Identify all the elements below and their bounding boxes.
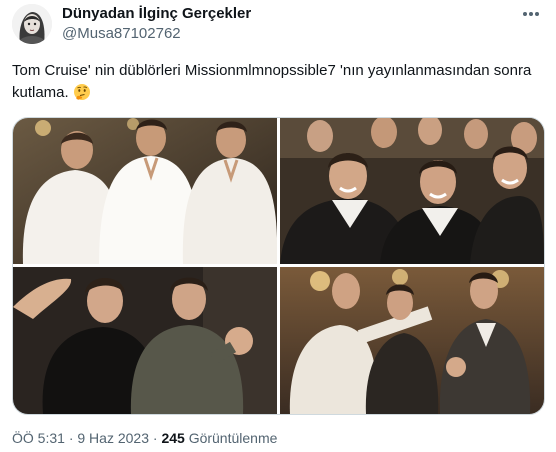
author-display-name[interactable]: Dünyadan İlginç Gerçekler bbox=[62, 5, 251, 22]
author-avatar[interactable] bbox=[12, 4, 52, 44]
photo-1[interactable] bbox=[13, 118, 277, 264]
tweet-meta: ÖÖ 5:31 · 9 Haz 2023 · 245 Görüntülenme bbox=[12, 430, 277, 446]
more-options-icon[interactable] bbox=[522, 6, 540, 17]
author-handle[interactable]: @Musa87102762 bbox=[62, 25, 181, 42]
photo-2[interactable] bbox=[280, 118, 544, 264]
thinking-face-icon bbox=[73, 83, 91, 108]
meta-separator: · bbox=[152, 430, 158, 446]
tweet-card: Dünyadan İlginç Gerçekler @Musa87102762 … bbox=[0, 0, 556, 452]
tweet-date[interactable]: 9 Haz 2023 bbox=[77, 430, 149, 446]
tweet-media-grid bbox=[12, 117, 545, 415]
tweet-text: Tom Cruise' nin düblörleri Missionmlmnop… bbox=[12, 60, 542, 108]
avatar-portrait-sketch-icon bbox=[12, 4, 52, 44]
views-label: Görüntülenme bbox=[188, 430, 278, 446]
photo-3[interactable] bbox=[13, 267, 277, 414]
photo-4[interactable] bbox=[280, 267, 544, 414]
views-count: 245 bbox=[161, 430, 185, 446]
meta-separator: · bbox=[68, 430, 74, 446]
tweet-time[interactable]: ÖÖ 5:31 bbox=[12, 430, 65, 446]
